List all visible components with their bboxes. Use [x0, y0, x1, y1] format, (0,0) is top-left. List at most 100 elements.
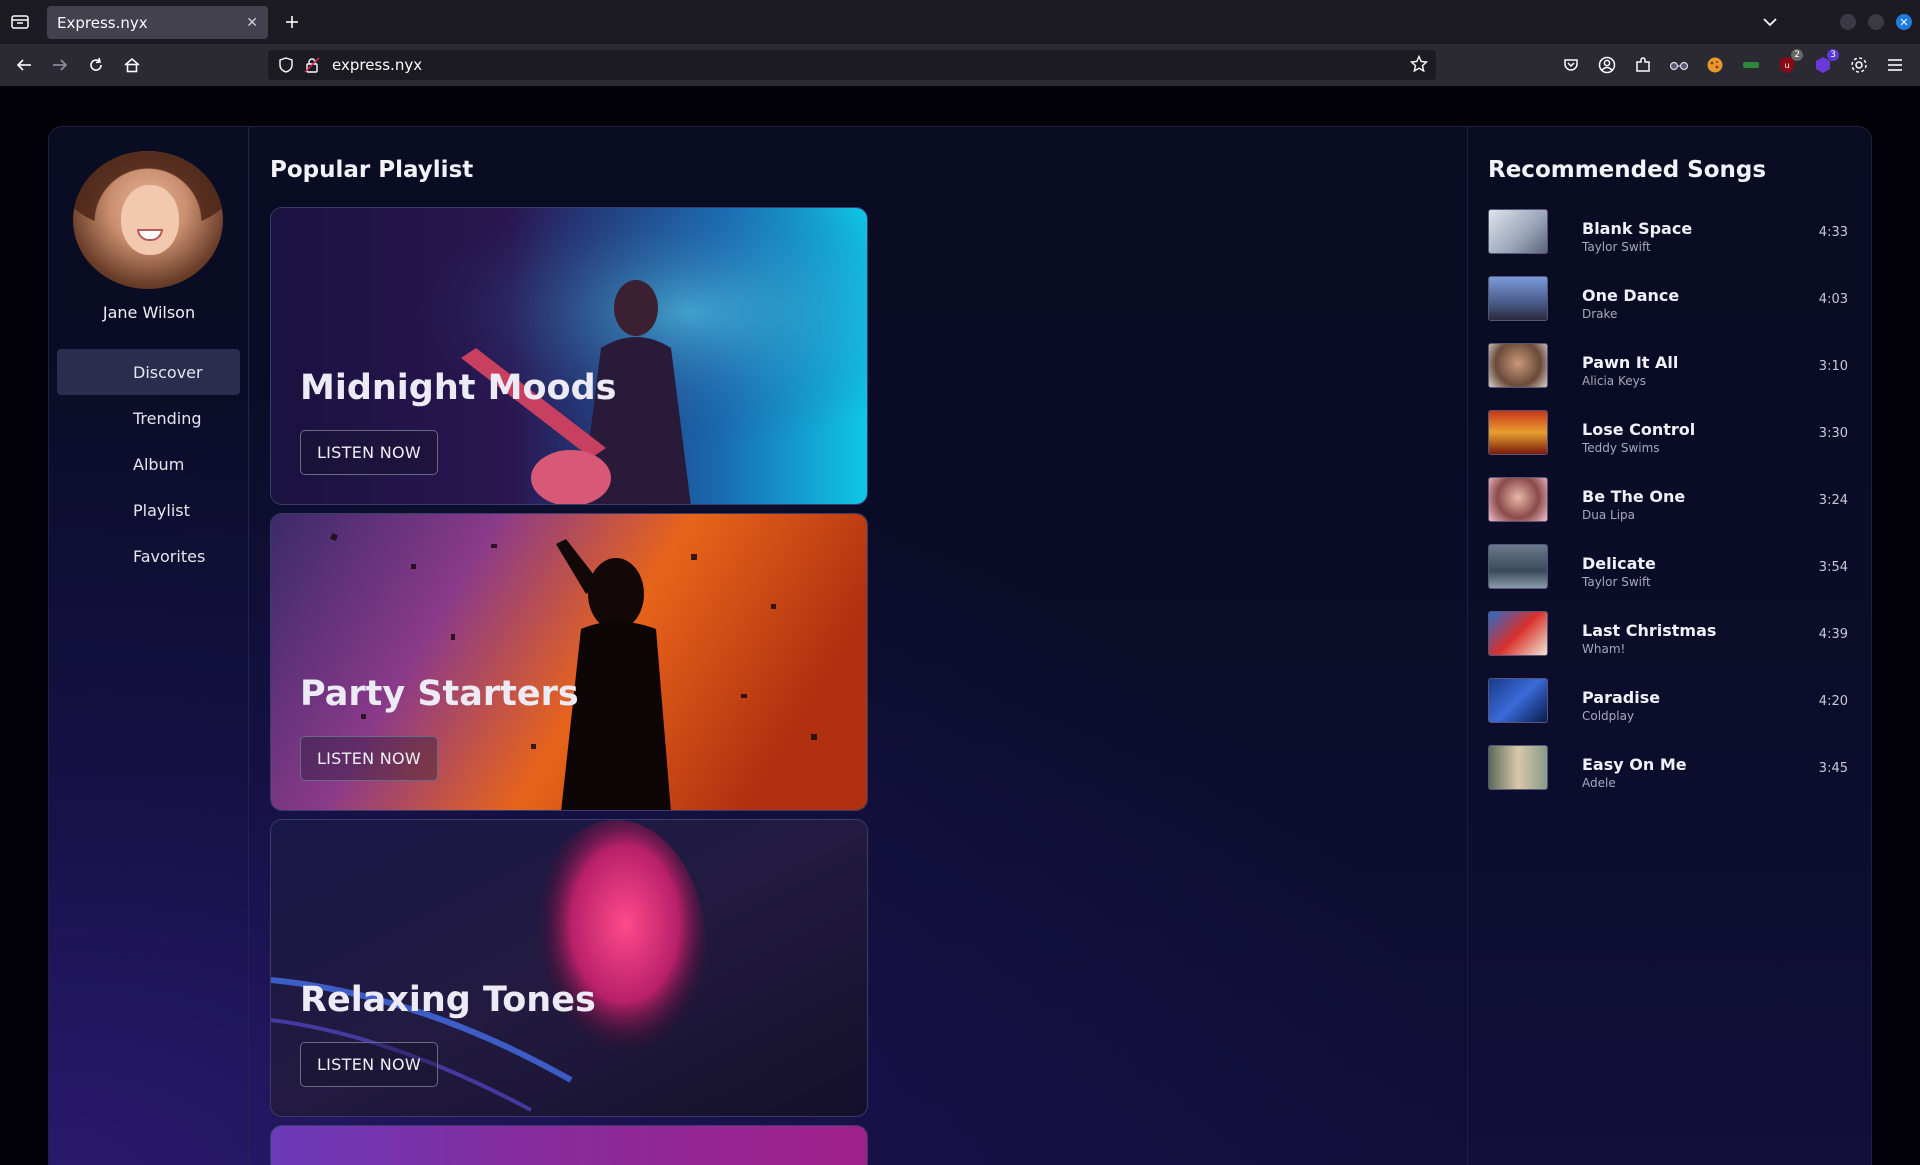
song-row-paradise[interactable]: Paradise Coldplay 4:20	[1488, 678, 1848, 745]
back-button[interactable]	[12, 53, 36, 77]
song-duration: 3:54	[1818, 560, 1848, 575]
song-artist: Dua Lipa	[1582, 508, 1636, 522]
album-cover	[1488, 678, 1548, 723]
song-artist: Adele	[1582, 776, 1616, 790]
sidebar-item-playlist[interactable]: Playlist	[57, 487, 240, 533]
bookmark-star-icon[interactable]	[1409, 54, 1429, 77]
song-row-be-the-one[interactable]: Be The One Dua Lipa 3:24	[1488, 477, 1848, 544]
extensions-puzzle-icon[interactable]	[1632, 54, 1654, 76]
song-duration: 3:10	[1818, 359, 1848, 374]
avatar[interactable]	[73, 151, 223, 289]
url-text: express.nyx	[332, 56, 423, 74]
song-artist: Taylor Swift	[1582, 240, 1651, 254]
extension-badge: 2	[1791, 49, 1803, 61]
song-title: Lose Control	[1582, 420, 1696, 439]
tab-title: Express.nyx	[57, 13, 148, 32]
listen-now-button[interactable]: LISTEN NOW	[300, 736, 438, 781]
playlist-title: Midnight Moods	[300, 368, 617, 408]
song-row-pawn-it-all[interactable]: Pawn It All Alicia Keys 3:10	[1488, 343, 1848, 410]
sidebar-menu: Discover Trending Album Playlist Favorit…	[57, 349, 240, 579]
maximize-button[interactable]	[1868, 14, 1884, 30]
song-row-lose-control[interactable]: Lose Control Teddy Swims 3:30	[1488, 410, 1848, 477]
song-artist: Wham!	[1582, 642, 1626, 656]
song-duration: 4:03	[1818, 292, 1848, 307]
settings-gear-icon[interactable]	[1848, 54, 1870, 76]
sidebar-item-trending[interactable]: Trending	[57, 395, 240, 441]
song-title: Paradise	[1582, 688, 1661, 707]
sidebar-item-favorites[interactable]: Favorites	[57, 533, 240, 579]
window-close-button[interactable]: ✕	[1896, 14, 1912, 30]
album-cover	[1488, 276, 1548, 321]
recommended-panel: Recommended Songs Blank Space Taylor Swi…	[1467, 127, 1871, 1165]
forward-button[interactable]	[48, 53, 72, 77]
browser-tab[interactable]: Express.nyx ✕	[47, 6, 268, 39]
song-duration: 4:39	[1818, 627, 1848, 642]
song-row-last-christmas[interactable]: Last Christmas Wham! 4:39	[1488, 611, 1848, 678]
tab-list-button[interactable]	[0, 0, 40, 44]
song-duration: 4:20	[1818, 694, 1848, 709]
reload-button[interactable]	[84, 53, 108, 77]
sidebar: Jane Wilson Discover Trending Album Play…	[49, 127, 249, 1165]
account-icon[interactable]	[1596, 54, 1618, 76]
chevron-down-icon	[1763, 18, 1777, 27]
sidebar-item-label: Trending	[133, 408, 202, 428]
playlist-card-partial[interactable]	[270, 1125, 868, 1165]
album-cover	[1488, 209, 1548, 254]
section-title-popular-playlist: Popular Playlist	[270, 157, 474, 183]
tab-list-icon	[11, 15, 29, 29]
song-title: Delicate	[1582, 554, 1656, 573]
sidebar-item-label: Playlist	[133, 500, 190, 520]
pocket-icon[interactable]	[1560, 54, 1582, 76]
song-title: One Dance	[1582, 286, 1680, 305]
playlist-card-relaxing-tones[interactable]: Relaxing Tones LISTEN NOW	[270, 819, 868, 1117]
green-extension-icon[interactable]	[1740, 54, 1762, 76]
sidebar-item-label: Discover	[133, 362, 203, 382]
song-artist: Coldplay	[1582, 709, 1635, 723]
page-viewport: Jane Wilson Discover Trending Album Play…	[0, 86, 1920, 1165]
purple-extension-icon[interactable]: 3	[1812, 49, 1839, 76]
song-title: Be The One	[1582, 487, 1686, 506]
sidebar-item-album[interactable]: Album	[57, 441, 240, 487]
listen-now-button[interactable]: LISTEN NOW	[300, 430, 438, 475]
tab-close-icon[interactable]: ✕	[246, 15, 258, 31]
profile-name: Jane Wilson	[102, 303, 196, 322]
song-title: Easy On Me	[1582, 755, 1687, 774]
address-bar[interactable]: express.nyx	[268, 50, 1436, 80]
song-row-one-dance[interactable]: One Dance Drake 4:03	[1488, 276, 1848, 343]
cookie-extension-icon[interactable]	[1704, 54, 1726, 76]
song-artist: Drake	[1582, 307, 1618, 321]
browser-tabbar: Express.nyx ✕ ✕	[0, 0, 1920, 44]
plus-icon	[286, 16, 298, 28]
new-tab-button[interactable]	[280, 10, 304, 34]
home-icon	[124, 57, 140, 73]
song-duration: 4:33	[1818, 225, 1848, 240]
playlist-card-party-starters[interactable]: Party Starters LISTEN NOW	[270, 513, 868, 811]
song-row-blank-space[interactable]: Blank Space Taylor Swift 4:33	[1488, 209, 1848, 276]
song-row-delicate[interactable]: Delicate Taylor Swift 3:54	[1488, 544, 1848, 611]
album-cover	[1488, 410, 1548, 455]
album-cover	[1488, 343, 1548, 388]
song-artist: Teddy Swims	[1582, 441, 1660, 455]
playlist-card-midnight-moods[interactable]: Midnight Moods LISTEN NOW	[270, 207, 868, 505]
listen-now-button[interactable]: LISTEN NOW	[300, 1042, 438, 1087]
lock-icon	[304, 57, 320, 73]
song-row-easy-on-me[interactable]: Easy On Me Adele 3:45	[1488, 745, 1848, 812]
shield-icon	[279, 57, 293, 73]
hamburger-menu-icon[interactable]	[1884, 54, 1906, 76]
music-app: Jane Wilson Discover Trending Album Play…	[48, 126, 1872, 1165]
tab-overflow-button[interactable]	[1760, 12, 1780, 32]
song-title: Last Christmas	[1582, 621, 1717, 640]
glasses-extension-icon[interactable]	[1668, 54, 1690, 76]
reload-icon	[90, 57, 102, 71]
ublock-shield-icon[interactable]: u2	[1776, 49, 1803, 76]
browser-navbar: express.nyx u2 3	[0, 44, 1920, 86]
minimize-button[interactable]	[1840, 14, 1856, 30]
song-artist: Alicia Keys	[1582, 374, 1646, 388]
home-button[interactable]	[120, 53, 144, 77]
svg-text:u: u	[1784, 61, 1789, 70]
section-title-recommended-songs: Recommended Songs	[1488, 157, 1767, 183]
sidebar-item-discover[interactable]: Discover	[57, 349, 240, 395]
extension-toolbar: u2 3	[1560, 44, 1906, 86]
album-cover	[1488, 745, 1548, 790]
song-duration: 3:30	[1818, 426, 1848, 441]
